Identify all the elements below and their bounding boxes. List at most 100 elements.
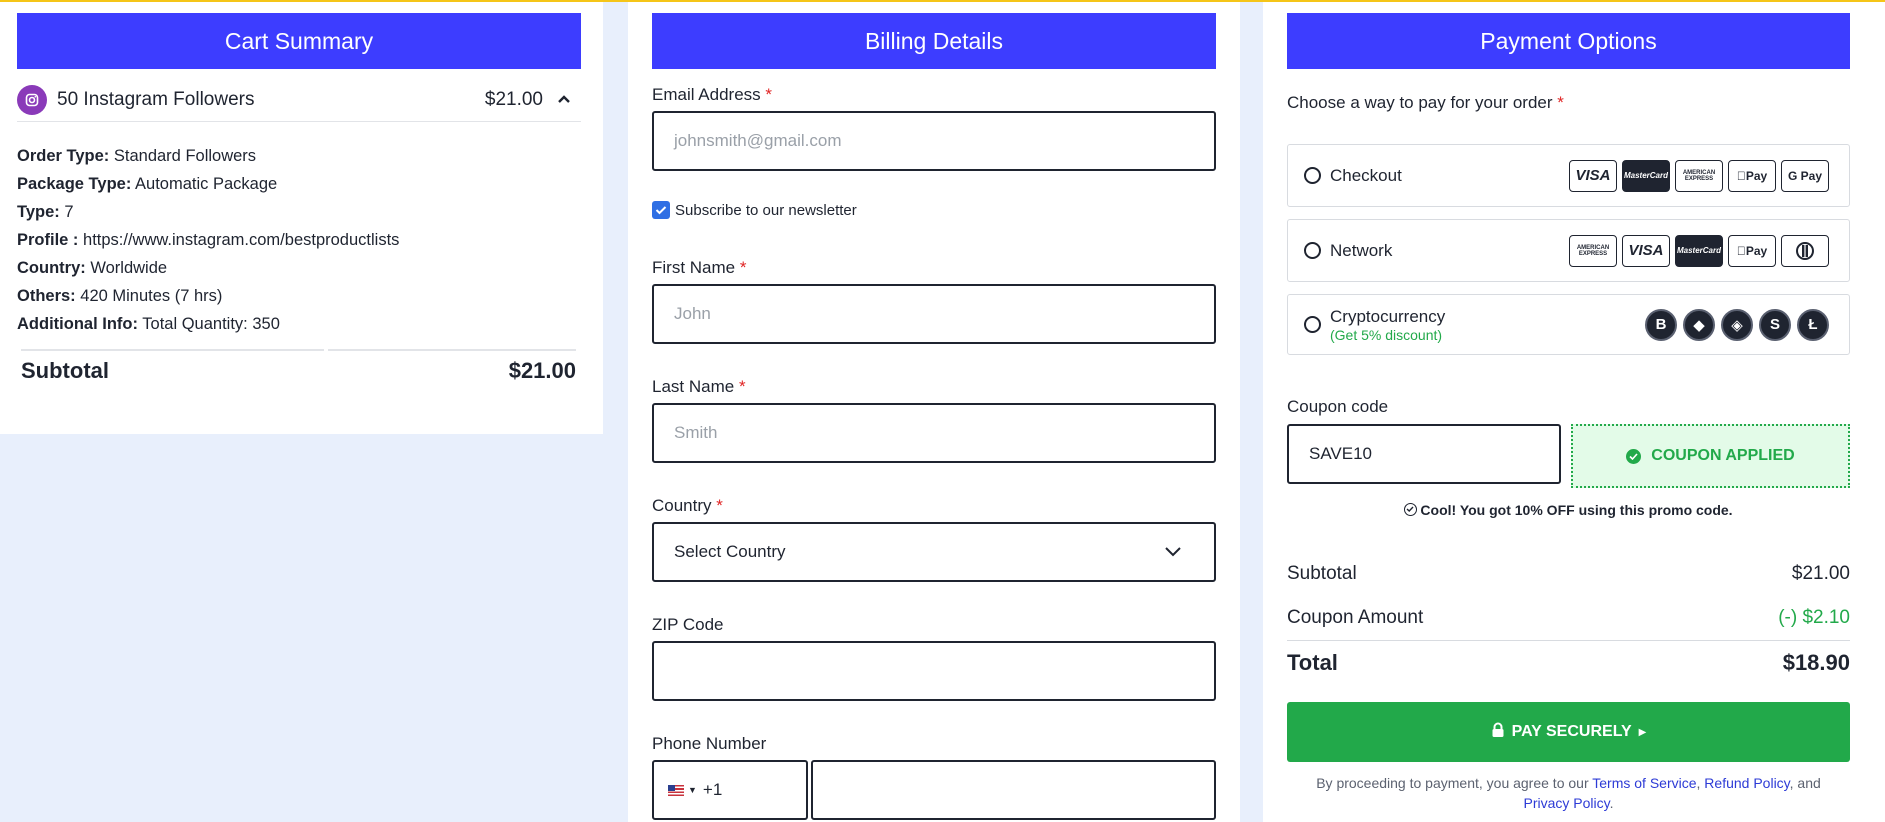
binance-icon: ◈ (1721, 308, 1753, 341)
detail-key: Additional Info: (17, 315, 138, 333)
required-mark: * (716, 496, 723, 515)
zip-label: ZIP Code (652, 615, 724, 635)
first-name-label: First Name * (652, 258, 746, 278)
total-value: $18.90 (1782, 650, 1850, 675)
amex-icon: AMERICAN EXPRESS (1569, 234, 1617, 267)
payment-option-cryptocurrency[interactable]: Cryptocurrency (Get 5% discount) B ◆ ◈ S… (1287, 294, 1850, 355)
email-label-text: Email Address (652, 85, 761, 104)
cart-summary-header: Cart Summary (17, 13, 581, 69)
coupon-code-label-text: Coupon code (1287, 397, 1389, 416)
last-name-placeholder: Smith (674, 423, 718, 442)
payment-subtotal-label: Subtotal (1287, 563, 1357, 584)
phone-input[interactable] (811, 760, 1216, 820)
country-select[interactable]: Select Country (652, 522, 1216, 582)
payment-options-title: Payment Options (1480, 27, 1657, 54)
last-name-label-text: Last Name (652, 377, 735, 396)
last-name-input[interactable]: Smith (652, 403, 1216, 463)
ethereum-icon: ◆ (1683, 308, 1715, 341)
cart-item-row[interactable]: 50 Instagram Followers $21.00 (17, 84, 581, 122)
bitcoin-icon: B (1645, 308, 1677, 341)
newsletter-checkbox-row[interactable]: Subscribe to our newsletter (652, 201, 857, 219)
detail-value: 7 (64, 203, 74, 221)
zip-input[interactable] (652, 641, 1216, 701)
phone-code: +1 (702, 780, 723, 799)
detail-key: Package Type: (17, 175, 132, 193)
privacy-policy-link[interactable]: Privacy Policy (1524, 795, 1610, 811)
radio-button[interactable] (1304, 316, 1321, 333)
legal-notice: By proceeding to payment, you agree to o… (1316, 775, 1821, 811)
coupon-code-input[interactable]: SAVE10 (1287, 424, 1561, 484)
coupon-message-text: Cool! You got 10% OFF using this promo c… (1420, 502, 1733, 518)
country-row: Country: Worldwide (17, 259, 167, 278)
detail-key: Order Type: (17, 147, 110, 165)
chevron-up-icon[interactable] (557, 91, 571, 109)
package-type-row: Package Type: Automatic Package (17, 175, 277, 194)
radio-button[interactable] (1304, 242, 1321, 259)
coupon-applied-text: COUPON APPLIED (1651, 447, 1795, 464)
lock-icon (1491, 722, 1505, 743)
choose-payment-text: Choose a way to pay for your order (1287, 93, 1553, 112)
legal-period: . (1609, 795, 1614, 811)
pay-securely-button[interactable]: PAY SECURELY ▶ (1287, 702, 1850, 762)
instagram-icon (17, 84, 47, 115)
caret-right-icon: ▶ (1638, 726, 1647, 738)
first-name-placeholder: John (674, 304, 711, 323)
divider (21, 349, 324, 351)
phone-label-text: Phone Number (652, 734, 767, 753)
email-input[interactable]: johnsmith@gmail.com (652, 111, 1216, 171)
crypto-discount-note: (Get 5% discount) (1330, 326, 1443, 343)
amex-icon: AMERICAN EXPRESS (1675, 159, 1723, 192)
choose-payment-label: Choose a way to pay for your order * (1287, 93, 1564, 113)
detail-key: Type: (17, 203, 60, 221)
detail-key: Others: (17, 287, 76, 305)
legal-prefix-text: By proceeding to payment, you agree to o… (1316, 775, 1589, 791)
card-logos: VISA MasterCard AMERICAN EXPRESS Pay G … (1569, 159, 1829, 192)
cart-subtotal-value: $21.00 (508, 358, 576, 383)
country-label-text: Country (652, 496, 712, 515)
refund-policy-link[interactable]: Refund Policy (1704, 775, 1789, 791)
litecoin-icon: Ł (1797, 308, 1829, 341)
payment-options-header: Payment Options (1287, 13, 1850, 69)
apple-pay-icon: Pay (1728, 234, 1776, 267)
cart-subtotal-row: Subtotal $21.00 (21, 358, 576, 384)
radio-button[interactable] (1304, 167, 1321, 184)
zip-label-text: ZIP Code (652, 615, 724, 634)
cart-item-price: $21.00 (484, 88, 543, 110)
diners-club-icon (1781, 234, 1829, 267)
additional-info-row: Additional Info: Total Quantity: 350 (17, 315, 280, 334)
cart-subtotal-label: Subtotal (21, 358, 109, 383)
card-logos: AMERICAN EXPRESS VISA MasterCard Pay (1569, 234, 1829, 267)
solana-icon: S (1759, 308, 1791, 341)
total-label: Total (1287, 650, 1338, 675)
pay-securely-label: PAY SECURELY (1511, 723, 1632, 740)
detail-value: Total Quantity: 350 (142, 315, 280, 333)
first-name-input[interactable]: John (652, 284, 1216, 344)
payment-option-network[interactable]: Network AMERICAN EXPRESS VISA MasterCard… (1287, 219, 1850, 282)
checkbox-checked-icon[interactable] (652, 201, 670, 219)
chevron-down-icon (1164, 542, 1182, 562)
email-placeholder: johnsmith@gmail.com (674, 131, 842, 150)
required-mark: * (765, 85, 773, 104)
required-mark: * (738, 377, 746, 396)
required-mark: * (739, 258, 747, 277)
phone-label: Phone Number (652, 734, 766, 754)
coupon-code-value: SAVE10 (1309, 444, 1373, 463)
check-circle-outline-icon (1404, 503, 1418, 516)
detail-value: Standard Followers (113, 147, 257, 165)
coupon-applied-badge[interactable]: COUPON APPLIED (1571, 424, 1850, 488)
order-type-row: Order Type: Standard Followers (17, 147, 256, 166)
phone-country-code-select[interactable]: ▼ +1 (652, 760, 808, 820)
profile-row: Profile : https://www.instagram.com/best… (17, 231, 399, 250)
email-label: Email Address * (652, 85, 772, 105)
us-flag-icon (668, 784, 684, 796)
payment-option-checkout[interactable]: Checkout VISA MasterCard AMERICAN EXPRES… (1287, 144, 1850, 207)
detail-key: Country: (17, 259, 86, 277)
coupon-amount-value: (-) $2.10 (1778, 607, 1850, 628)
terms-of-service-link[interactable]: Terms of Service (1592, 775, 1696, 791)
country-select-value: Select Country (674, 542, 786, 561)
mastercard-icon: MasterCard (1622, 159, 1670, 192)
total-row: Total $18.90 (1287, 650, 1850, 676)
crypto-label-group: Cryptocurrency (Get 5% discount) (1330, 307, 1445, 343)
cart-summary-title: Cart Summary (224, 27, 374, 54)
detail-key: Profile : (17, 231, 79, 249)
